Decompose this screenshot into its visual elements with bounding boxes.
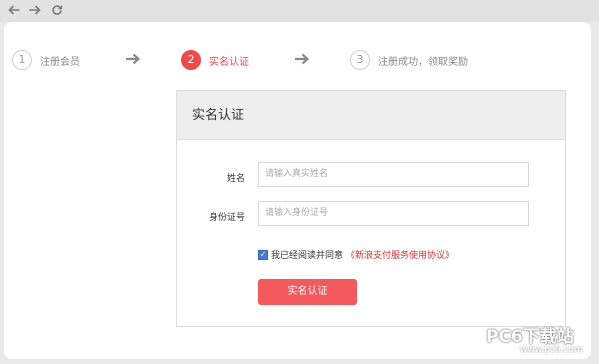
verify-button[interactable]: 实名认证 (258, 279, 357, 305)
agreement-link[interactable]: 《新浪支付服务使用协议》 (346, 248, 454, 261)
watermark-url: www.pc6.com (520, 345, 583, 355)
name-input[interactable]: 请输入真实姓名 (258, 162, 529, 187)
step-number: 1 (12, 50, 32, 70)
step-number: 2 (181, 50, 201, 70)
agreement-row: ✓ 我已经阅读并同意 《新浪支付服务使用协议》 (258, 248, 454, 261)
id-number-label: 身份证号 (208, 213, 245, 223)
step-2: 2 实名认证 (181, 49, 249, 71)
id-number-input[interactable]: 请输入身份证号 (258, 201, 529, 226)
agree-checkbox[interactable]: ✓ (258, 249, 268, 260)
step-1: 1 注册会员 (12, 49, 80, 71)
step-label: 注册会员 (40, 56, 80, 68)
back-icon[interactable] (6, 3, 22, 19)
watermark-logo: PC6下载站 www.pc6.com (468, 322, 596, 362)
verification-panel: 实名认证 姓名 请输入真实姓名 身份证号 请输入身份证号 ✓ 我已经阅读并同意 … (176, 90, 566, 327)
agree-text: 我已经阅读并同意 (271, 251, 344, 261)
panel-title: 实名认证 (177, 91, 565, 140)
arrow-right-icon (295, 53, 310, 65)
step-3: 3 注册成功，领取奖励 (350, 49, 468, 71)
arrow-right-icon (126, 53, 141, 65)
browser-toolbar (0, 0, 599, 22)
step-label: 注册成功，领取奖励 (378, 56, 468, 68)
refresh-icon[interactable] (49, 3, 65, 19)
name-label: 姓名 (226, 174, 245, 184)
forward-icon[interactable] (27, 3, 43, 19)
step-number: 3 (350, 50, 370, 70)
watermark-text: PC6下载站 (486, 327, 574, 347)
step-label: 实名认证 (209, 56, 249, 68)
page-content: 1 注册会员 2 实名认证 3 注册成功，领取奖励 实名认证 姓名 请输入真实姓… (4, 22, 591, 359)
